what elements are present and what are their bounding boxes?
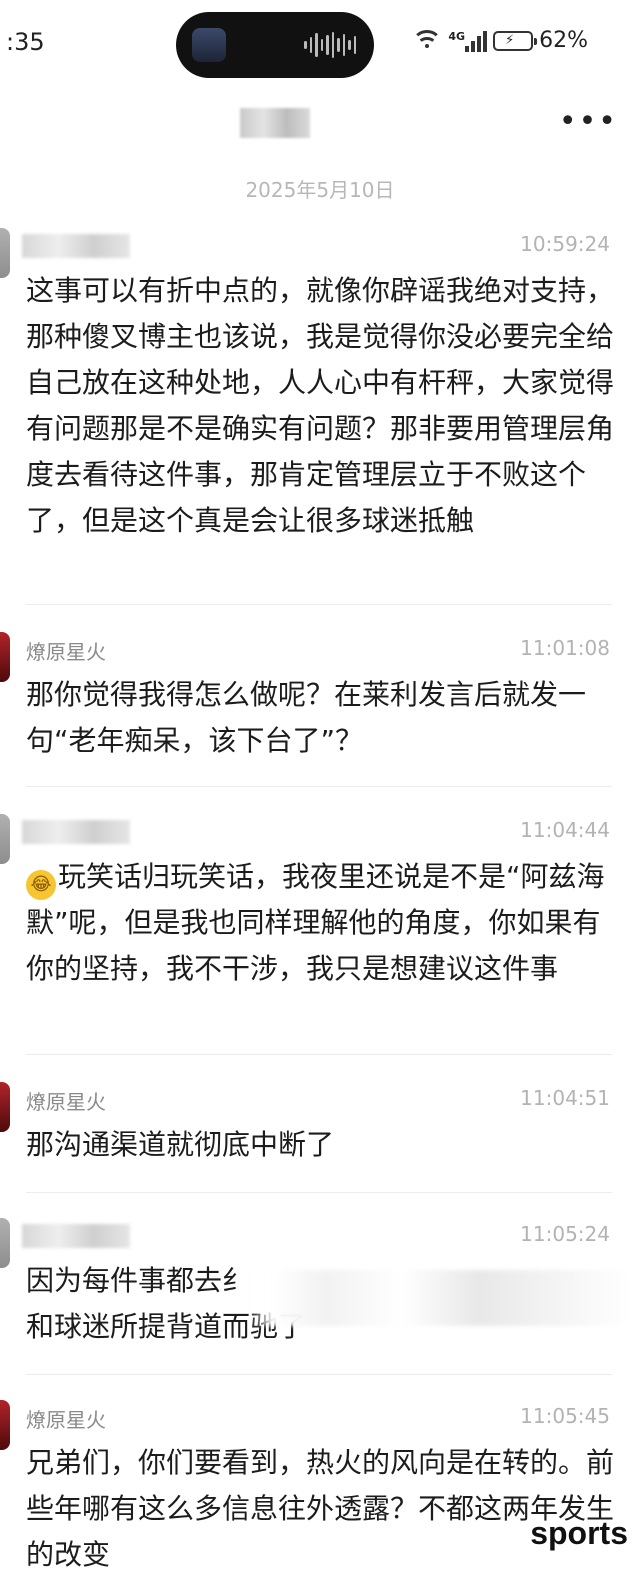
status-time: :35 — [6, 28, 45, 56]
sender-name: 燎原星火 — [26, 1090, 106, 1114]
divider — [26, 786, 612, 787]
divider — [26, 1374, 612, 1375]
media-thumbnail-icon — [192, 28, 226, 62]
more-options-icon[interactable]: ••• — [559, 107, 618, 137]
avatar[interactable] — [0, 814, 10, 864]
date-separator: 2025年5月10日 — [245, 178, 395, 202]
network-label: 4G — [448, 29, 466, 43]
divider — [26, 1192, 612, 1193]
signal-icon: 4G — [448, 29, 488, 52]
watermark: sports — [530, 1515, 628, 1551]
message-text: 😂 玩笑话归玩笑话，我夜里还说是不是“阿兹海默”呢，但是我也同样理解他的角度，你如… — [26, 854, 616, 992]
message-time: 10:59:24 — [520, 232, 610, 256]
wifi-icon — [412, 29, 443, 52]
message-time: 11:04:51 — [520, 1086, 610, 1110]
message-text-content: 玩笑话归玩笑话，我夜里还说是不是“阿兹海默”呢，但是我也同样理解他的角度，你如果… — [26, 860, 605, 985]
message-time: 11:05:24 — [520, 1222, 610, 1246]
message-text: 兄弟们，你们要看到，热火的风向是在转的。前些年哪有这么多信息往外透露？不都这两年… — [26, 1446, 615, 1571]
sender-name-blurred — [22, 820, 130, 844]
divider — [26, 604, 612, 605]
avatar[interactable] — [0, 228, 10, 278]
sender-name: 燎原星火 — [26, 640, 106, 664]
sender-name-blurred — [22, 234, 130, 258]
avatar[interactable] — [0, 1218, 10, 1268]
sender-name-blurred — [22, 1224, 130, 1248]
message-text: 那你觉得我得怎么做呢？在莱利发言后就发一句“老年痴呆，该下台了”？ — [26, 678, 587, 757]
audio-wave-icon — [304, 32, 356, 58]
message-time: 11:04:44 — [520, 818, 610, 842]
message-time: 11:05:45 — [520, 1404, 610, 1428]
status-bar: :35 4G ⚡ 62% — [0, 0, 640, 90]
battery-charging-icon: ⚡ — [493, 30, 538, 51]
avatar[interactable] — [0, 1082, 10, 1132]
avatar[interactable] — [0, 1400, 10, 1450]
redaction-smear — [250, 1270, 630, 1326]
chat-title-blurred — [240, 108, 310, 138]
status-icons: 4G ⚡ 62% — [412, 28, 588, 53]
message-text: 那沟通渠道就彻底中断了 — [26, 1128, 335, 1161]
laughing-tears-emoji-icon: 😂 — [26, 870, 56, 900]
message-text: 这事可以有折中点的，就像你辟谣我绝对支持，那种傻叉博主也该说，我是觉得你没必要完… — [26, 274, 615, 537]
dynamic-island[interactable] — [176, 12, 374, 78]
battery-percent: 62% — [539, 28, 588, 53]
sender-name: 燎原星火 — [26, 1408, 106, 1432]
avatar[interactable] — [0, 632, 10, 682]
message-time: 11:01:08 — [520, 636, 610, 660]
divider — [26, 1054, 612, 1055]
